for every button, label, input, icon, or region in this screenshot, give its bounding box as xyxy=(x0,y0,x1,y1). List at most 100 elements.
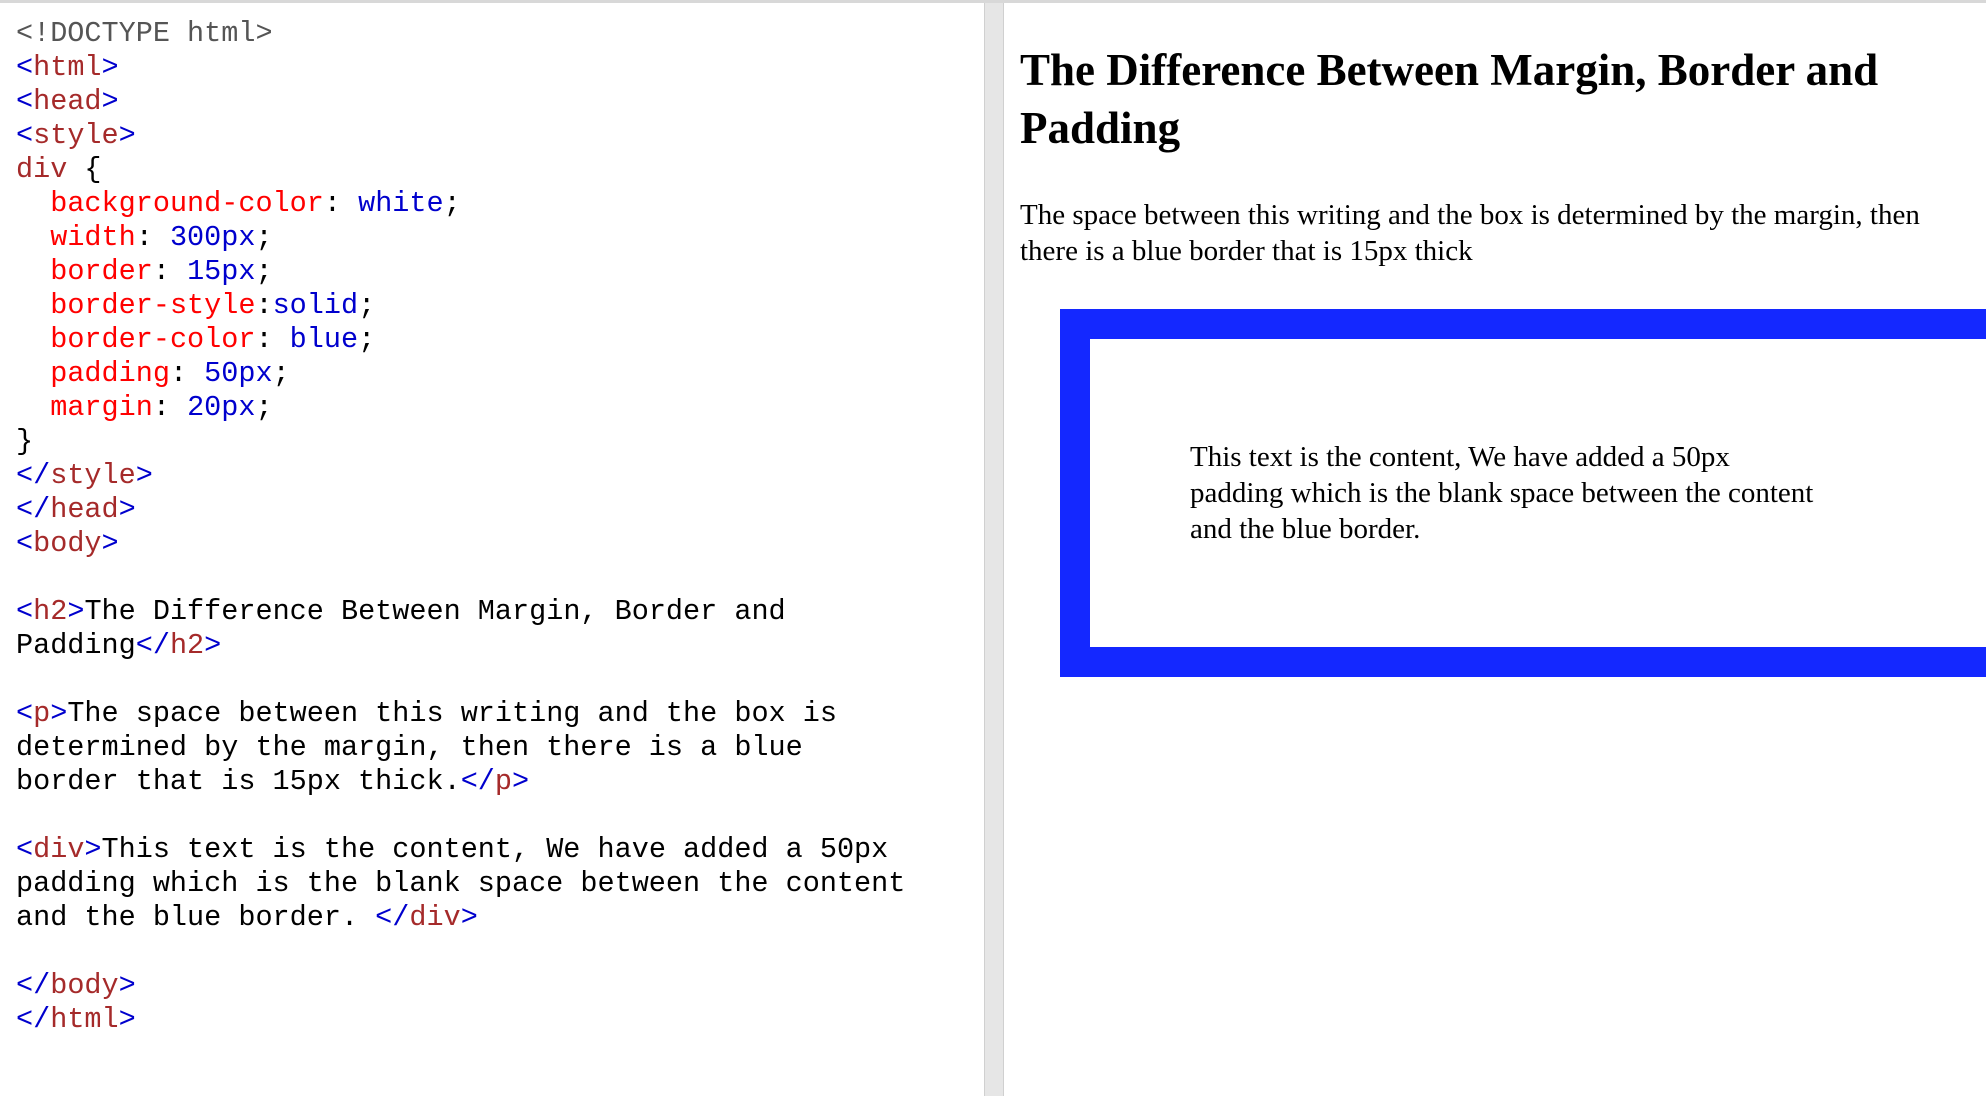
code-token: : xyxy=(255,289,273,322)
code-token: head xyxy=(50,493,119,526)
code-token: </ xyxy=(375,901,410,934)
code-token: ; xyxy=(358,289,376,322)
code-token: border-color xyxy=(50,323,256,356)
code-token: > xyxy=(118,119,136,152)
code-token: : xyxy=(135,221,170,254)
code-token: > xyxy=(135,459,153,492)
code-token: background-color xyxy=(50,187,324,220)
code-token: head xyxy=(33,85,102,118)
code-token: > xyxy=(101,527,119,560)
result-heading: The Difference Between Margin, Border an… xyxy=(1020,45,1879,153)
code-token: < xyxy=(16,697,34,730)
code-token: > xyxy=(118,969,136,1002)
code-token: </ xyxy=(16,493,51,526)
code-token: h2 xyxy=(169,629,205,662)
code-token: > xyxy=(84,833,102,866)
code-token: > xyxy=(101,51,119,84)
code-line: div { xyxy=(16,153,984,187)
code-line: border-color: blue; xyxy=(16,323,984,357)
code-token: < xyxy=(16,51,34,84)
code-line: background-color: white; xyxy=(16,187,984,221)
code-line: <html> xyxy=(16,51,984,85)
result-preview-pane: The Difference Between Margin, Border an… xyxy=(1004,3,1986,1096)
code-token: html xyxy=(50,1003,119,1036)
code-line: Padding</h2> xyxy=(16,629,984,663)
code-token: padding xyxy=(50,357,170,390)
code-editor-pane[interactable]: <!DOCTYPE html> <html> <head> <style> div { … xyxy=(0,3,984,1096)
code-token: </ xyxy=(16,459,51,492)
code-token: padding which is the blank space between… xyxy=(16,867,906,900)
code-token: > xyxy=(118,1003,136,1036)
code-token: Padding xyxy=(16,629,136,662)
code-token: width xyxy=(50,221,136,254)
code-token: solid xyxy=(272,289,359,322)
code-token: ; xyxy=(255,255,273,288)
code-line: border that is 15px thick.</p> xyxy=(16,765,984,799)
code-token: > xyxy=(512,765,530,798)
code-token: </ xyxy=(16,969,51,1002)
result-bordered-box: This text is the content, We have added … xyxy=(1060,309,1986,677)
code-line: and the blue border. </div> xyxy=(16,901,984,935)
code-line: border: 15px; xyxy=(16,255,984,289)
code-token: : xyxy=(323,187,359,220)
code-line: </style> xyxy=(16,459,984,493)
code-token: } xyxy=(16,425,34,458)
code-line: margin: 20px; xyxy=(16,391,984,425)
code-token: p xyxy=(33,697,51,730)
code-line: <head> xyxy=(16,85,984,119)
code-line: determined by the margin, then there is … xyxy=(16,731,984,765)
code-token: blue xyxy=(289,323,359,356)
code-line: } xyxy=(16,425,984,459)
code-token: style xyxy=(33,119,119,152)
code-token: white xyxy=(358,187,444,220)
code-token: ; xyxy=(255,391,273,424)
code-token: border-style xyxy=(50,289,256,322)
code-token: body xyxy=(50,969,119,1002)
code-token: 20px xyxy=(187,391,256,424)
code-token: <!DOCTYPE html> xyxy=(16,17,273,50)
code-token: > xyxy=(101,85,119,118)
code-line: padding which is the blank space between… xyxy=(16,867,984,901)
code-editor[interactable]: <!DOCTYPE html> <html> <head> <style> div { … xyxy=(16,17,984,1037)
code-token: > xyxy=(118,493,136,526)
code-token: margin xyxy=(50,391,153,424)
code-line: border-style:solid; xyxy=(16,289,984,323)
code-token: body xyxy=(33,527,102,560)
code-token: : xyxy=(152,391,188,424)
code-token: > xyxy=(67,595,85,628)
code-token: < xyxy=(16,119,34,152)
code-line: <p>The space between this writing and th… xyxy=(16,697,984,731)
code-token: </ xyxy=(16,1003,51,1036)
code-token: > xyxy=(204,629,222,662)
code-token: < xyxy=(16,833,34,866)
code-line: </body> xyxy=(16,969,984,1003)
code-token: < xyxy=(16,595,34,628)
code-line: <style> xyxy=(16,119,984,153)
code-line: <body> xyxy=(16,527,984,561)
pane-divider-handle[interactable] xyxy=(984,3,1004,1096)
code-token: div xyxy=(16,153,68,186)
code-token: ; xyxy=(443,187,461,220)
code-token: < xyxy=(16,85,34,118)
code-token: { xyxy=(67,153,102,186)
code-token: This text is the content, We have added … xyxy=(101,833,889,866)
code-token: : xyxy=(255,323,290,356)
code-token: The space between this writing and the b… xyxy=(67,697,837,730)
code-line: <h2>The Difference Between Margin, Borde… xyxy=(16,595,984,629)
code-line: width: 300px; xyxy=(16,221,984,255)
result-paragraph: The space between this writing and the b… xyxy=(1020,199,1920,267)
code-token: < xyxy=(16,527,34,560)
code-token: html xyxy=(33,51,102,84)
code-token: div xyxy=(409,901,461,934)
code-token: 300px xyxy=(169,221,256,254)
